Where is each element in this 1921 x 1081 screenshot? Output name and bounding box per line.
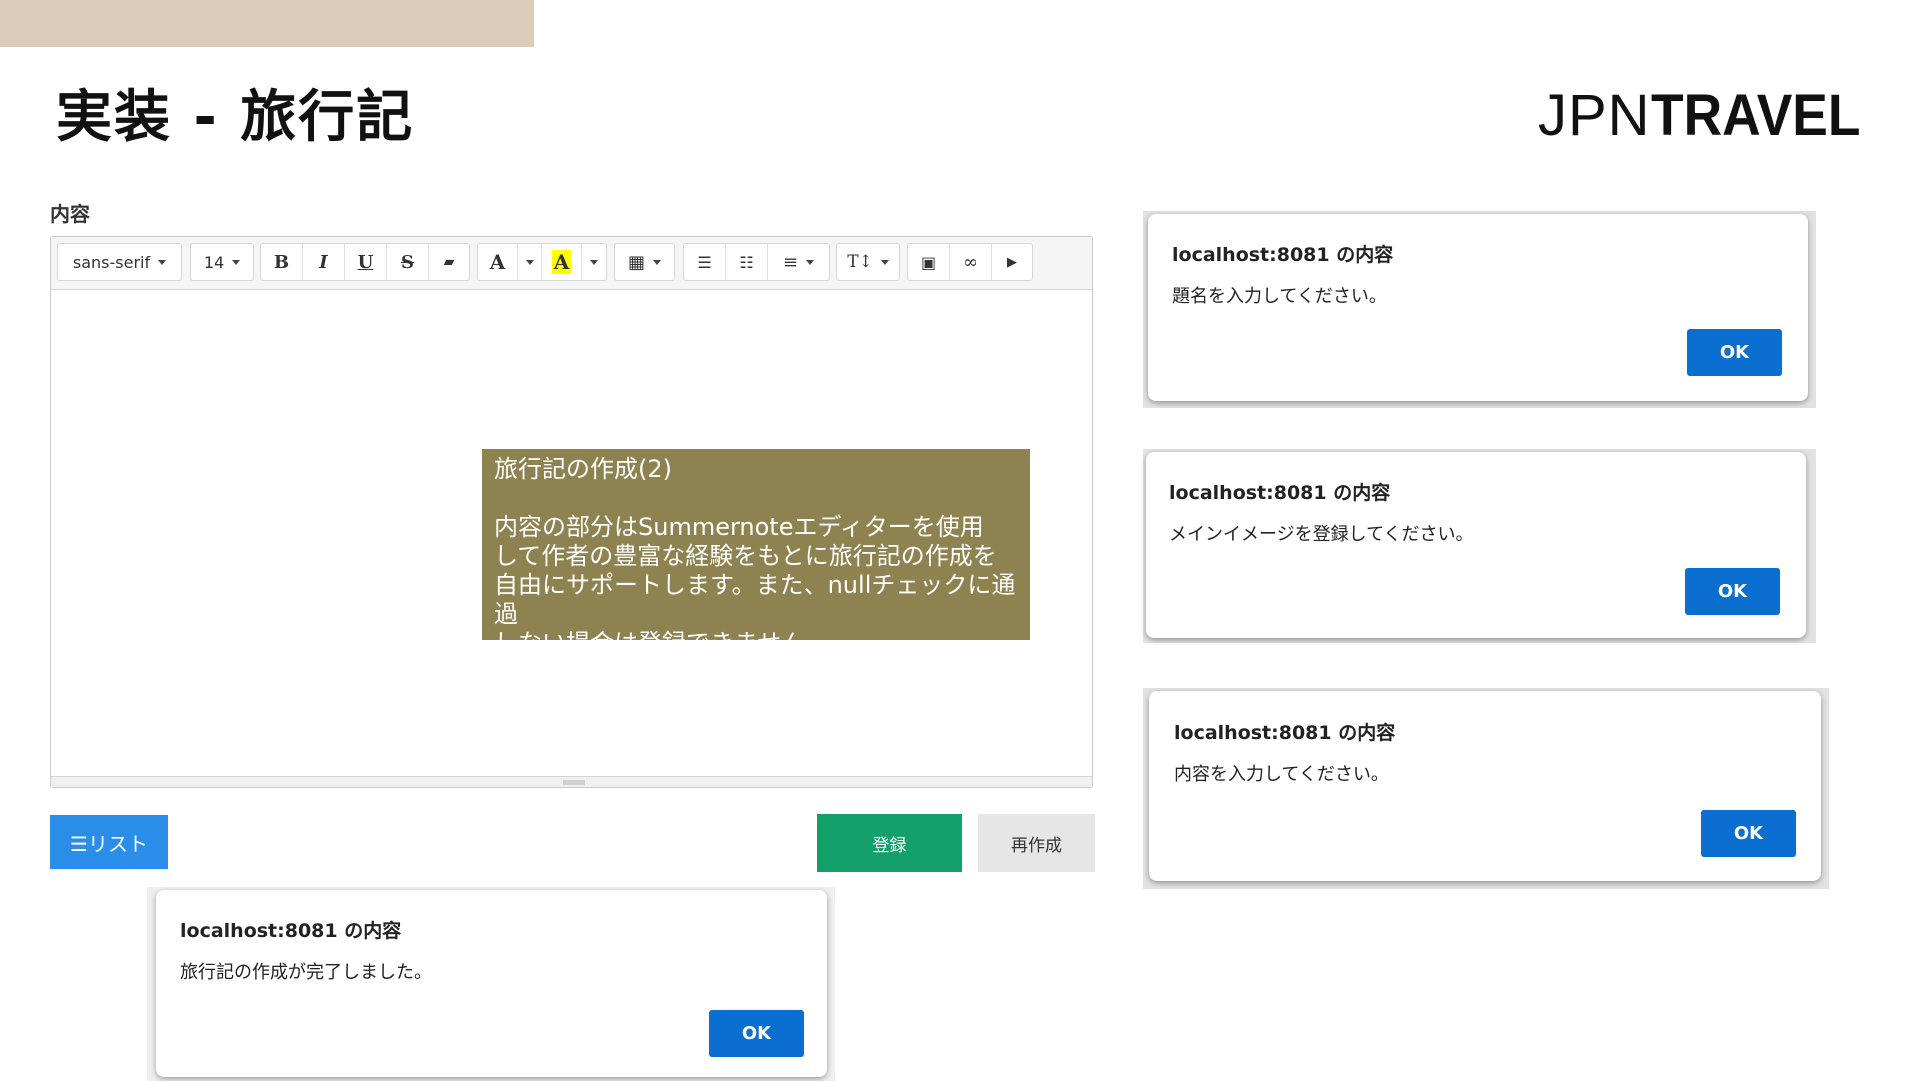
dialog-ok-button[interactable]: OK xyxy=(1687,329,1782,376)
callout-line: 自由にサポートします。また、nullチェックに通過 xyxy=(494,571,1016,628)
dialog-ok-button[interactable]: OK xyxy=(1701,810,1796,857)
caret-down-icon xyxy=(590,259,598,265)
alert-dialog-complete: localhost:8081 の内容 旅行記の作成が完了しました。 OK xyxy=(156,890,827,1077)
submit-button[interactable]: 登録 xyxy=(817,814,962,872)
caret-down-icon xyxy=(525,259,534,265)
underline-button[interactable]: U xyxy=(345,244,387,280)
callout-line: して作者の豊富な経験をもとに旅行記の作成を xyxy=(494,542,997,570)
paragraph-button-group: ☰ ☷ ≡ xyxy=(683,243,830,281)
dialog-title: localhost:8081 の内容 xyxy=(180,920,402,942)
caret-down-icon xyxy=(880,259,889,265)
style-button-group: B I U S ▰ xyxy=(260,243,470,281)
ordered-list-button[interactable]: ☷ xyxy=(726,244,768,280)
insert-picture-button[interactable]: ▣ xyxy=(908,244,950,280)
jpntravel-logo: JPNTRAVEL xyxy=(1538,80,1878,150)
font-color-button[interactable]: A xyxy=(478,244,518,280)
font-size-value: 14 xyxy=(203,252,225,272)
strikethrough-button[interactable]: S xyxy=(387,244,429,280)
dialog-ok-button[interactable]: OK xyxy=(1685,568,1780,615)
slide-title: 実装 - 旅行記 xyxy=(56,85,415,150)
list-button[interactable]: ☰リスト xyxy=(50,815,168,869)
italic-button[interactable]: I xyxy=(303,244,345,280)
caret-down-icon xyxy=(806,259,815,265)
align-dropdown[interactable]: ≡ xyxy=(768,244,829,280)
unordered-list-button[interactable]: ☰ xyxy=(684,244,726,280)
content-label: 内容 xyxy=(50,202,90,226)
alert-dialog-image-required: localhost:8081 の内容 メインイメージを登録してください。 OK xyxy=(1146,452,1806,638)
insert-link-button[interactable]: ∞ xyxy=(950,244,992,280)
font-family-value: sans-serif xyxy=(72,252,151,272)
logo-jpn: JPN xyxy=(1538,83,1651,148)
dialog-message: 内容を入力してください。 xyxy=(1174,764,1389,785)
dialog-screenshot-content: localhost:8081 の内容 内容を入力してください。 OK xyxy=(1143,688,1829,889)
caret-down-icon xyxy=(158,259,167,265)
insert-video-button[interactable]: ▶ xyxy=(992,244,1032,280)
reset-button[interactable]: 再作成 xyxy=(978,814,1095,872)
caret-down-icon xyxy=(653,259,661,265)
callout-line: しない場合は登録できません。 xyxy=(494,629,830,657)
resize-grip-icon xyxy=(563,780,585,785)
alert-dialog-content-required: localhost:8081 の内容 内容を入力してください。 OK xyxy=(1149,691,1821,881)
insert-button-group: ▣ ∞ ▶ xyxy=(907,243,1033,281)
logo-travel: TRAVEL xyxy=(1650,83,1861,148)
editor-toolbar: sans-serif 14 B I U S ▰ A A ▦ ☰ ☷ ≡ T↕ ▣… xyxy=(51,237,1092,290)
line-height-dropdown[interactable]: T↕ xyxy=(836,243,900,281)
color-button-group: A A xyxy=(477,243,607,281)
callout-title: 旅行記の作成(2) xyxy=(494,455,672,483)
dialog-message: メインイメージを登録してください。 xyxy=(1169,524,1474,545)
eraser-button[interactable]: ▰ xyxy=(429,244,469,280)
bold-button[interactable]: B xyxy=(261,244,303,280)
callout-line: 内容の部分はSummernoteエディターを使用 xyxy=(494,513,984,541)
editor-resize-bar[interactable] xyxy=(51,776,1092,787)
eraser-icon: ▰ xyxy=(443,254,455,270)
caret-down-icon xyxy=(232,259,241,265)
video-icon: ▶ xyxy=(1007,254,1017,270)
annotation-callout: 旅行記の作成(2) 内容の部分はSummernoteエディターを使用 して作者の… xyxy=(482,449,1030,657)
highlight-color-button[interactable]: A xyxy=(542,244,582,280)
top-decor-band xyxy=(0,0,534,47)
table-dropdown[interactable]: ▦ xyxy=(614,243,675,281)
dialog-message: 旅行記の作成が完了しました。 xyxy=(180,962,432,983)
dialog-ok-button[interactable]: OK xyxy=(709,1010,804,1057)
align-icon: ≡ xyxy=(782,251,799,273)
dialog-title: localhost:8081 の内容 xyxy=(1174,722,1396,744)
dialog-title: localhost:8081 の内容 xyxy=(1172,244,1394,266)
table-icon: ▦ xyxy=(627,251,645,273)
dialog-screenshot-image: localhost:8081 の内容 メインイメージを登録してください。 OK xyxy=(1143,449,1816,643)
ordered-list-icon: ☷ xyxy=(739,252,754,272)
unordered-list-icon: ☰ xyxy=(697,252,712,272)
picture-icon: ▣ xyxy=(920,252,937,272)
dialog-screenshot-complete: localhost:8081 の内容 旅行記の作成が完了しました。 OK xyxy=(147,887,835,1081)
line-height-icon: T↕ xyxy=(847,252,873,272)
highlight-color-dropdown[interactable] xyxy=(582,244,606,280)
link-icon: ∞ xyxy=(963,251,978,273)
dialog-screenshot-title: localhost:8081 の内容 題名を入力してください。 OK xyxy=(1143,211,1816,408)
highlight-icon: A xyxy=(551,250,572,274)
alert-dialog-title-required: localhost:8081 の内容 題名を入力してください。 OK xyxy=(1148,214,1808,401)
font-color-dropdown[interactable] xyxy=(518,244,542,280)
dialog-title: localhost:8081 の内容 xyxy=(1169,482,1391,504)
font-size-dropdown[interactable]: 14 xyxy=(190,243,254,281)
dialog-message: 題名を入力してください。 xyxy=(1172,286,1387,307)
font-family-dropdown[interactable]: sans-serif xyxy=(57,243,182,281)
